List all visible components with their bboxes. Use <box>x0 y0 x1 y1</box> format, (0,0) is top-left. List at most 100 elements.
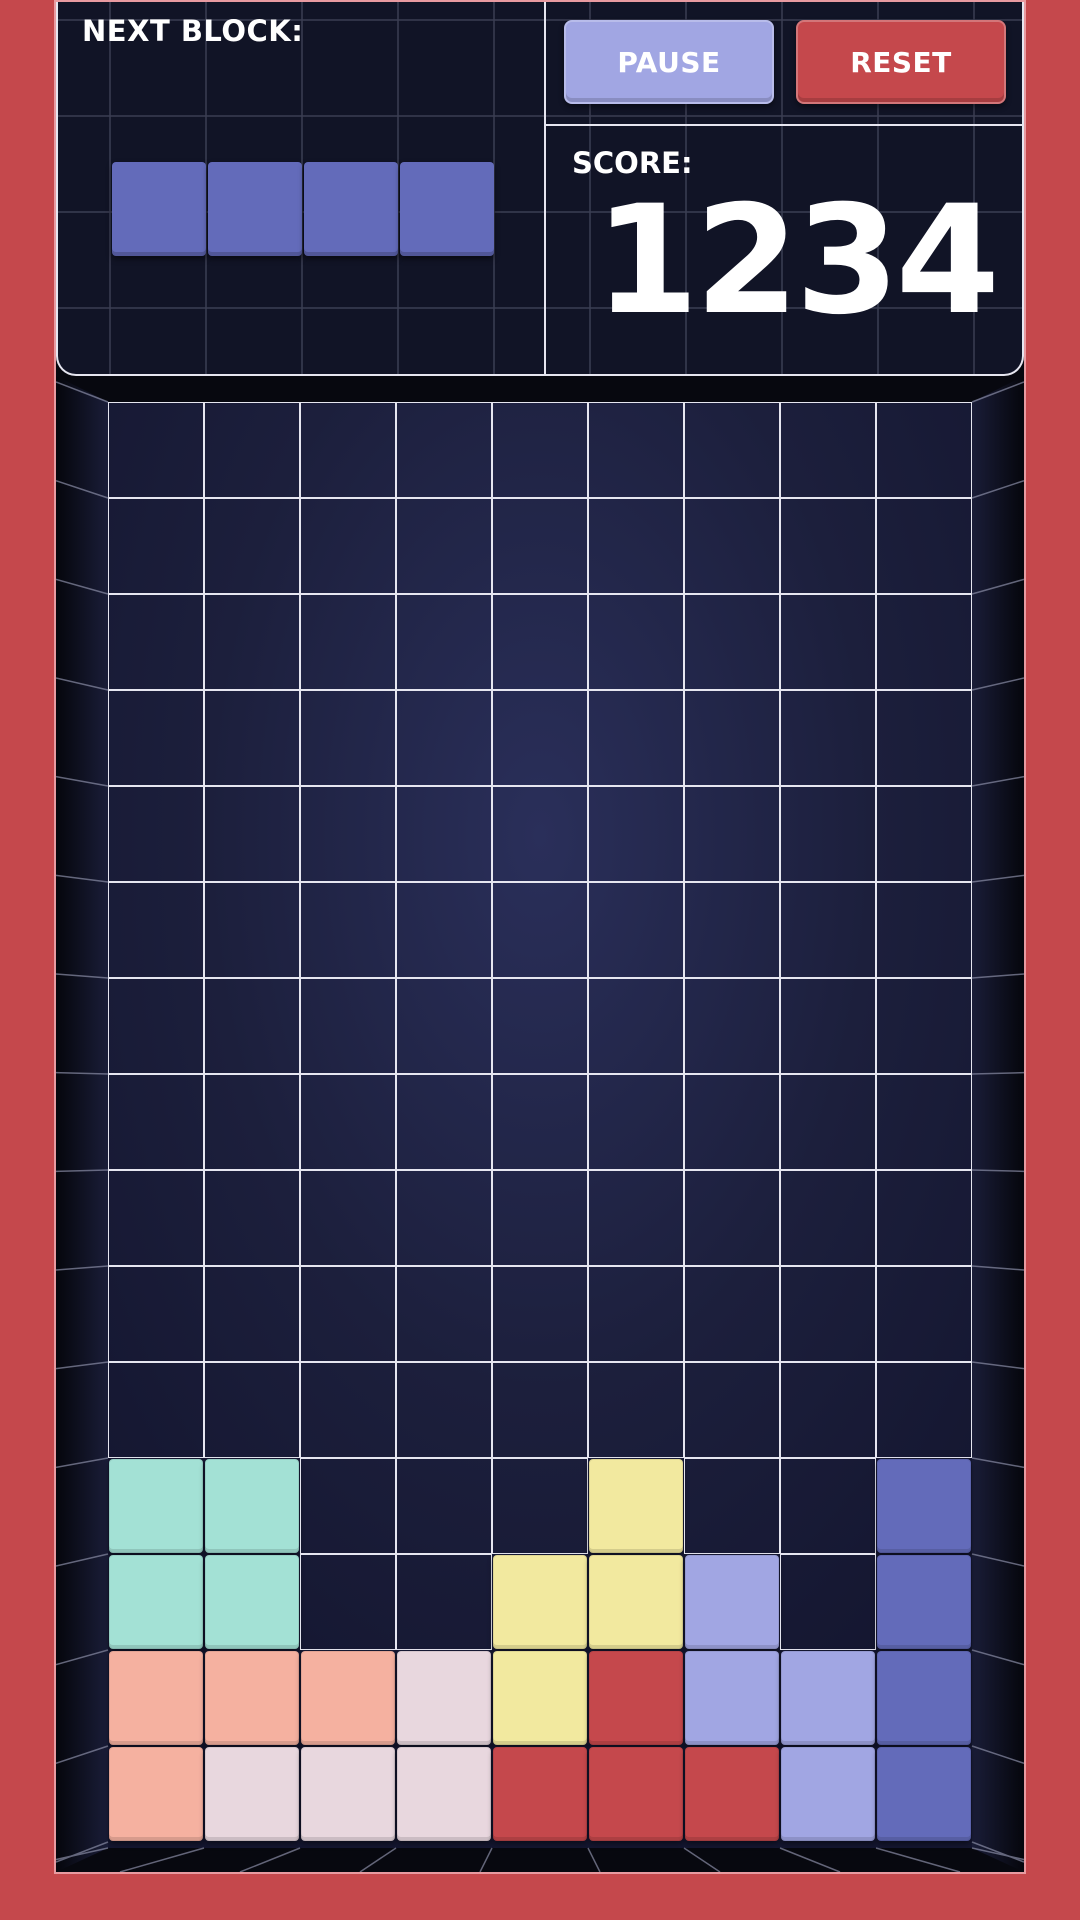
block-cell-periwinkle <box>685 1651 779 1745</box>
next-block-cell <box>112 162 206 256</box>
block-cell-indigo <box>877 1747 971 1841</box>
next-block-cell <box>400 162 494 256</box>
block-cell-yellow <box>589 1459 683 1553</box>
empty-cell <box>875 689 972 786</box>
empty-cell <box>299 401 396 498</box>
empty-cell <box>491 1265 588 1362</box>
score-panel: SCORE: 1234 <box>546 126 1022 374</box>
empty-cell <box>203 1073 300 1170</box>
empty-cell <box>107 881 204 978</box>
empty-cell <box>395 1361 492 1458</box>
empty-cell <box>299 1169 396 1266</box>
empty-cell <box>779 401 876 498</box>
empty-cell <box>683 1073 780 1170</box>
empty-cell <box>395 1457 492 1554</box>
empty-cell <box>395 977 492 1074</box>
empty-cell <box>299 593 396 690</box>
empty-cell <box>587 1361 684 1458</box>
empty-cell <box>203 1265 300 1362</box>
reset-button[interactable]: RESET <box>796 20 1006 104</box>
empty-cell <box>683 1169 780 1266</box>
empty-cell <box>875 977 972 1074</box>
empty-cell <box>395 881 492 978</box>
empty-cell <box>203 401 300 498</box>
next-block-cell <box>208 162 302 256</box>
block-cell-red <box>589 1747 683 1841</box>
empty-cell <box>395 785 492 882</box>
empty-cell <box>299 1361 396 1458</box>
empty-cell <box>587 1169 684 1266</box>
empty-cell <box>683 977 780 1074</box>
empty-cell <box>395 497 492 594</box>
empty-cell <box>683 497 780 594</box>
empty-cell <box>587 401 684 498</box>
empty-cell <box>395 1073 492 1170</box>
empty-cell <box>683 1265 780 1362</box>
empty-cell <box>683 1361 780 1458</box>
empty-cell <box>683 1457 780 1554</box>
empty-cell <box>875 1361 972 1458</box>
empty-cell <box>587 881 684 978</box>
next-block-panel: NEXT BLOCK: <box>58 2 546 374</box>
empty-cell <box>779 1073 876 1170</box>
empty-cell <box>491 689 588 786</box>
empty-cell <box>587 785 684 882</box>
empty-cell <box>779 1553 876 1650</box>
block-cell-pale-pink <box>301 1747 395 1841</box>
empty-cell <box>395 401 492 498</box>
empty-cell <box>683 881 780 978</box>
score-value: 1234 <box>594 174 1000 348</box>
empty-cell <box>299 689 396 786</box>
empty-cell <box>203 497 300 594</box>
empty-cell <box>779 497 876 594</box>
next-block-cell <box>304 162 398 256</box>
empty-cell <box>107 497 204 594</box>
block-cell-pale-pink <box>397 1651 491 1745</box>
empty-cell <box>107 977 204 1074</box>
empty-cell <box>395 1553 492 1650</box>
empty-cell <box>107 401 204 498</box>
empty-cell <box>299 977 396 1074</box>
block-cell-red <box>493 1747 587 1841</box>
empty-cell <box>491 977 588 1074</box>
empty-cell <box>203 785 300 882</box>
block-cell-periwinkle <box>781 1747 875 1841</box>
empty-cell <box>587 1265 684 1362</box>
empty-cell <box>875 593 972 690</box>
empty-cell <box>203 593 300 690</box>
empty-cell <box>203 1361 300 1458</box>
empty-cell <box>587 977 684 1074</box>
empty-cell <box>875 401 972 498</box>
block-cell-pale-pink <box>205 1747 299 1841</box>
block-cell-periwinkle <box>781 1651 875 1745</box>
block-cell-mint <box>109 1459 203 1553</box>
empty-cell <box>395 1169 492 1266</box>
top-panel: NEXT BLOCK: PAUSE RESET SCORE: 1234 <box>56 2 1024 376</box>
empty-cell <box>299 1265 396 1362</box>
controls-panel: PAUSE RESET <box>546 2 1022 126</box>
empty-cell <box>875 881 972 978</box>
block-cell-pale-pink <box>397 1747 491 1841</box>
empty-cell <box>779 785 876 882</box>
block-cell-peach <box>109 1651 203 1745</box>
empty-cell <box>203 881 300 978</box>
empty-cell <box>107 785 204 882</box>
empty-cell <box>299 497 396 594</box>
pause-button[interactable]: PAUSE <box>564 20 774 104</box>
empty-cell <box>779 977 876 1074</box>
empty-cell <box>107 1073 204 1170</box>
empty-cell <box>395 689 492 786</box>
empty-cell <box>299 881 396 978</box>
empty-cell <box>491 1073 588 1170</box>
empty-cell <box>875 1169 972 1266</box>
block-cell-red <box>589 1651 683 1745</box>
empty-cell <box>779 1169 876 1266</box>
empty-cell <box>107 1361 204 1458</box>
empty-cell <box>587 497 684 594</box>
empty-cell <box>107 1169 204 1266</box>
block-cell-indigo <box>877 1651 971 1745</box>
block-cell-peach <box>301 1651 395 1745</box>
empty-cell <box>875 1265 972 1362</box>
block-cell-peach <box>109 1747 203 1841</box>
empty-cell <box>107 689 204 786</box>
